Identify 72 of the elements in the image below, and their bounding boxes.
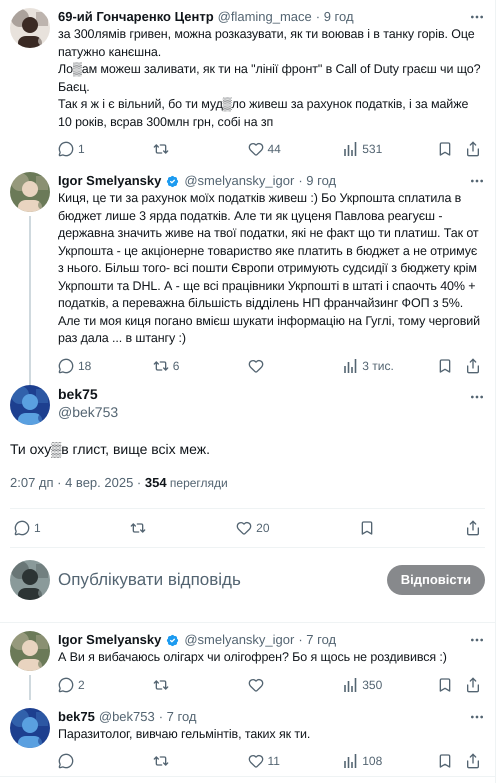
post-text: Так я ж і є вільний, бо ти муд▒ло живеш за рахунок податків, і за майже 10 років, всрав 300млн грн, собі на зп (58, 96, 470, 131)
view-count: 354 (144, 474, 167, 492)
reply-button[interactable]: 18 (58, 356, 153, 374)
views-button[interactable]: 3 тис. (342, 356, 437, 374)
speech-bubble-icon (58, 753, 74, 769)
speech-bubble-icon (14, 520, 30, 536)
share-icon[interactable] (465, 141, 481, 157)
author-name: bek75 (58, 708, 95, 726)
bookmark-icon[interactable] (437, 141, 453, 157)
speech-bubble-icon (58, 358, 74, 374)
count: 350 (362, 676, 382, 694)
post-text: Ло▒ам можеш заливати, як ти на "лінії фронт" в Call of Duty граєш чи що? Баєц. (58, 61, 482, 96)
speech-bubble-icon (58, 141, 74, 157)
post-time: · 9 год (298, 172, 336, 190)
bookmark-icon[interactable] (437, 753, 453, 769)
heart-icon (248, 141, 264, 157)
views-button[interactable]: 350 (342, 676, 437, 694)
author-name: Igor Smelyansky (58, 631, 162, 649)
views-icon (342, 358, 358, 374)
share-icon[interactable] (465, 676, 481, 692)
author-handle: @bek753 (58, 402, 120, 420)
post-text: А Ви я вибачаюсь олігарх чи олігофрен? Бо я щось не роздивився :) (58, 649, 448, 666)
share-icon[interactable] (465, 358, 481, 374)
repost-button[interactable]: 6 (152, 356, 248, 374)
share-icon[interactable] (465, 753, 481, 769)
like-button[interactable]: 44 (248, 140, 342, 158)
reply-button[interactable]: 2 (58, 676, 153, 694)
bookmark-icon[interactable] (437, 358, 453, 374)
post-time: · 7 год (158, 708, 197, 726)
post-timestamp: 2:07 дп · 4 вер. 2025 · (10, 474, 142, 492)
share-icon[interactable] (464, 520, 481, 536)
count: 20 (256, 520, 270, 537)
post-text: за 300лямів гривен, можна розказувати, як ти воював і в танку горів. Оце патужно канєшна. (58, 26, 476, 61)
speech-bubble-icon (58, 676, 74, 692)
count: 6 (172, 358, 180, 374)
post-time: · 7 год (298, 631, 336, 649)
reply-button[interactable]: 1 (14, 519, 41, 537)
post-time: · 9 год (316, 8, 354, 26)
author-name: 69-ий Гончаренко Центр (58, 8, 214, 26)
reply-button[interactable]: 1 (58, 140, 153, 158)
like-button[interactable]: 20 (236, 519, 270, 537)
heart-icon (248, 753, 264, 769)
views-icon (342, 676, 358, 692)
bookmark-icon[interactable] (437, 676, 453, 692)
author-name: Igor Smelyansky (58, 172, 162, 190)
like-button[interactable]: 11 (248, 752, 342, 770)
post-text: Киця, це ти за рахунок моїх податків живеш :) Бо Укрпошта сплатила в бюджет лише 3 ярда податків. Але ти як цуценя Павлова реагуєш - державна значить живе на твої податки, які не факт що ти платиш. Так от Укрпошта - це акціонерне товариство яке платить в бюджет а не отримує з нього. Більш того- всі пошти Європи отримують судсидії з бюджету крім Укрпошти та DHL. А - ще всі працівники Укрпошті в штаті і спаочть 40% + податків, а переважна більшість відділень НП франчайзинг ФОП з 5%. Але ти моя киця погано вмієш шукати інформацію на Гуглі, тому черговий раз дала ... в штангу :) (58, 190, 482, 347)
count: 3 тис. (362, 358, 394, 374)
post-text: Ти оху▒в глист, вище всіх меж. (10, 440, 212, 458)
count: 1 (34, 520, 41, 537)
views-button[interactable]: 108 (342, 752, 437, 770)
post-text: Паразитолог, вивчаю гельмінтів, таких як ти. (58, 726, 312, 743)
views-icon (342, 753, 358, 769)
count: 11 (268, 753, 280, 770)
bookmark-icon[interactable] (359, 520, 376, 536)
count: 108 (362, 753, 382, 770)
views-button[interactable]: 531 (342, 140, 437, 158)
author-handle: @bek753 (98, 708, 155, 726)
count: 2 (78, 676, 85, 694)
heart-icon (248, 676, 264, 692)
author-name: bek75 (58, 384, 99, 402)
count: 44 (268, 141, 281, 158)
heart-icon (248, 358, 264, 374)
author-handle: @smelyansky_igor (184, 172, 294, 190)
author-handle: @flaming_mace (218, 8, 312, 26)
count: 531 (362, 141, 382, 158)
author-handle: @smelyansky_igor (184, 631, 294, 649)
views-label: перегляди (168, 474, 228, 492)
count: 1 (78, 141, 85, 158)
count: 18 (78, 358, 92, 374)
views-icon (342, 141, 358, 157)
heart-icon (236, 520, 252, 536)
